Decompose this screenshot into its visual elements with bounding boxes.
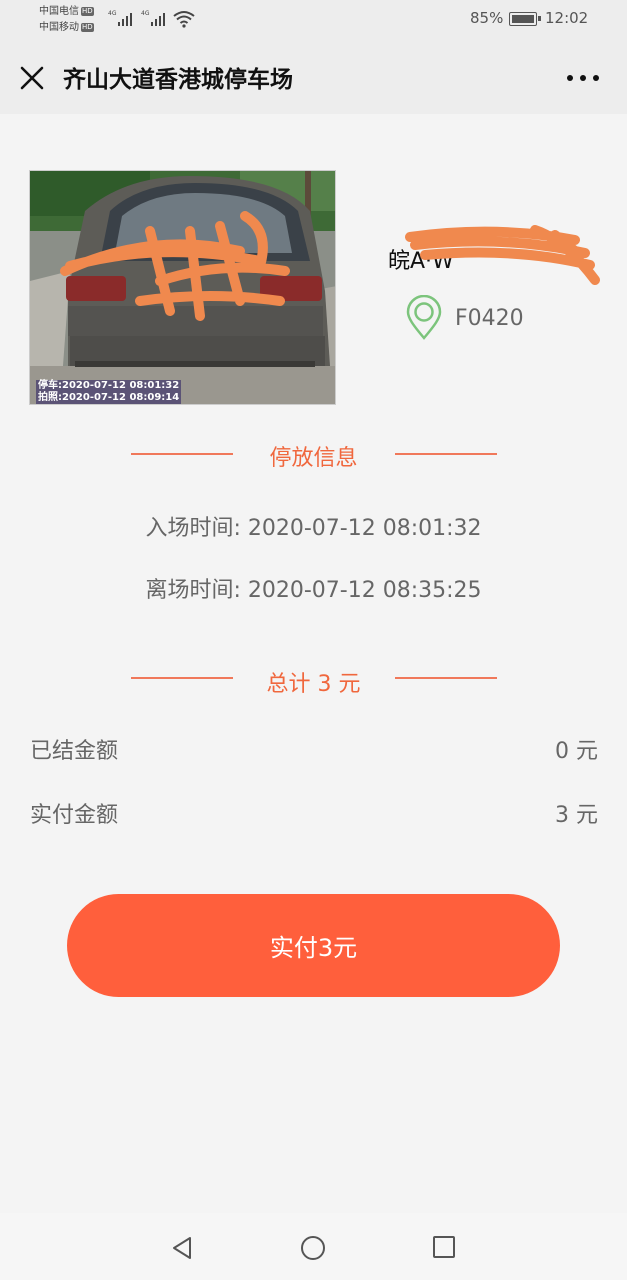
more-dots-icon[interactable]: [564, 68, 602, 88]
settled-value: 0 元: [555, 739, 598, 764]
paid-label: 实付金额: [30, 803, 119, 828]
battery-percent: 85%: [470, 9, 504, 27]
close-icon[interactable]: [16, 62, 48, 94]
paid-amount-row: 实付金额 3 元: [30, 797, 598, 829]
space-code: F0420: [455, 305, 524, 331]
clock: 12:02: [545, 9, 589, 27]
system-nav-bar: [0, 1213, 627, 1280]
settled-amount-row: 已结金额 0 元: [30, 733, 598, 765]
carrier-2: 中国移动: [39, 22, 79, 33]
total-title: 总计 3 元: [266, 672, 361, 697]
hd-badge: HD: [81, 7, 94, 16]
hd-badge: HD: [81, 23, 94, 32]
parking-info-title: 停放信息: [269, 446, 358, 471]
page-title: 齐山大道香港城停车场: [63, 67, 293, 93]
battery-icon: [509, 12, 541, 26]
recent-apps-icon[interactable]: [432, 1235, 456, 1259]
parking-space: F0420: [405, 295, 524, 341]
entry-time: 入场时间: 2020-07-12 08:01:32: [145, 516, 482, 541]
pay-button-label: 实付3元: [269, 934, 358, 962]
back-icon[interactable]: [170, 1235, 194, 1261]
signal-icon: 4G: [141, 10, 171, 28]
nav-bar: 齐山大道香港城停车场: [0, 40, 627, 114]
redaction-scribble: [60, 211, 290, 321]
home-icon[interactable]: [300, 1235, 326, 1261]
redaction-scribble: [405, 225, 600, 285]
paid-value: 3 元: [555, 803, 598, 828]
signal-icon: 4G: [108, 10, 138, 28]
status-bar: 中国电信 HD 中国移动 HD 4G 4G 85% 12:02: [0, 0, 627, 40]
wifi-icon: [173, 11, 195, 28]
exit-time: 离场时间: 2020-07-12 08:35:25: [145, 578, 482, 603]
location-pin-icon: [406, 295, 442, 340]
license-plate: 皖A·W: [385, 225, 605, 285]
settled-label: 已结金额: [30, 739, 119, 764]
carrier-info: 中国电信 HD 中国移动 HD: [39, 4, 94, 36]
pay-button[interactable]: 实付3元: [67, 894, 560, 997]
carrier-1: 中国电信: [39, 6, 79, 17]
photo-timestamp: 停车:2020-07-12 08:01:32 拍照:2020-07-12 08:…: [36, 380, 182, 404]
vehicle-photo[interactable]: 停车:2020-07-12 08:01:32 拍照:2020-07-12 08:…: [29, 170, 336, 405]
